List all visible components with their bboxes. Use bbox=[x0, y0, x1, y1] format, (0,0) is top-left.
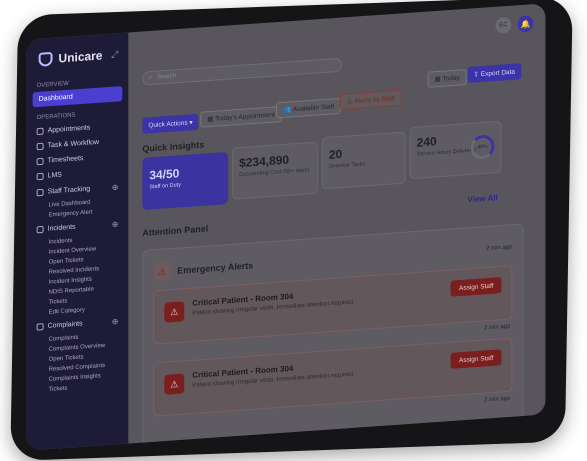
alert-time: 2 min ago bbox=[484, 323, 511, 332]
search-icon: ⌕ bbox=[148, 73, 153, 82]
plus-icon[interactable]: ⊕ bbox=[112, 183, 119, 192]
plus-icon[interactable]: ⊕ bbox=[112, 220, 119, 229]
quick-actions-button[interactable]: Quick Actions ▾ bbox=[142, 113, 199, 134]
export-data-button[interactable]: ⇪ Export Data bbox=[467, 63, 522, 83]
kpi-overdue-tasks[interactable]: 20 Overdue Tasks bbox=[321, 131, 406, 190]
calendar-icon: ▦ bbox=[207, 115, 216, 124]
percent-label: 40% bbox=[477, 143, 488, 151]
clock-icon bbox=[36, 157, 44, 166]
todays-appointment-button[interactable]: ▦ Today's Appointment bbox=[200, 106, 282, 128]
bell-icon[interactable]: 🔔 bbox=[517, 15, 534, 33]
chevron-down-icon: ▾ bbox=[187, 119, 193, 127]
view-all-link[interactable]: View All bbox=[468, 193, 498, 204]
export-label: Export Data bbox=[480, 68, 516, 78]
calendar-icon: ▦ bbox=[434, 75, 443, 84]
logo-icon bbox=[38, 51, 53, 67]
warning-icon: ⚠ bbox=[346, 97, 355, 106]
sidebar-item-label: Timesheets bbox=[47, 154, 84, 165]
search-placeholder: Search bbox=[157, 73, 177, 81]
app-name: Unicare bbox=[58, 48, 103, 66]
alert-time: 2 min ago bbox=[484, 395, 511, 404]
sidebar-item-label: Complaints bbox=[47, 320, 83, 330]
sidebar-item-label: LMS bbox=[47, 171, 62, 180]
today-button[interactable]: ▦ Today bbox=[427, 68, 467, 88]
tablet-screen: Unicare ⤢ OVERVIEW Dashboard OPERATIONS … bbox=[26, 3, 546, 451]
assign-staff-button[interactable]: Assign Staff bbox=[451, 349, 502, 369]
sidebar-item-label: Appointments bbox=[47, 124, 91, 135]
complaint-icon bbox=[36, 323, 44, 331]
alert-icon bbox=[36, 225, 44, 234]
kpi-staff-on-duty[interactable]: 34/50 Staff on Duty bbox=[142, 151, 229, 210]
alerts-time: 2 min ago bbox=[486, 244, 513, 253]
sidebar-item-label: Incidents bbox=[47, 223, 76, 233]
alerts-title: Emergency Alerts bbox=[177, 260, 254, 276]
search-input[interactable]: ⌕ Search bbox=[142, 57, 342, 86]
available-staff-label: Available Staff bbox=[292, 102, 335, 113]
todays-appointment-label: Today's Appointment bbox=[215, 111, 275, 123]
warning-icon: ⚠ bbox=[153, 262, 172, 282]
plus-icon[interactable]: ⊕ bbox=[112, 317, 119, 326]
expand-icon[interactable]: ⤢ bbox=[111, 49, 118, 61]
emergency-alerts-panel: ⚠ Emergency Alerts 2 min ago ⚠ Critical … bbox=[142, 223, 524, 451]
calendar-icon bbox=[36, 127, 44, 136]
quick-actions-label: Quick Actions bbox=[148, 119, 188, 129]
sidebar-item-label: Staff Tracking bbox=[47, 185, 91, 196]
alerts-by-staff-label: Alerts by Staff bbox=[354, 94, 395, 105]
avatar[interactable]: EC bbox=[495, 16, 512, 34]
attention-panel-title: Attention Panel bbox=[142, 223, 209, 239]
users-icon: 👥 bbox=[283, 106, 293, 114]
warning-icon: ⚠ bbox=[164, 373, 185, 395]
main-content: EC 🔔 ⌕ Search ▦ Today ⇪ Export Data Quic… bbox=[128, 3, 546, 451]
export-icon: ⇪ bbox=[473, 71, 481, 79]
warning-icon: ⚠ bbox=[164, 301, 185, 323]
kpi-outstanding-cost[interactable]: $234,890 Outstanding Cost (60+ days) bbox=[232, 141, 318, 200]
task-icon bbox=[36, 142, 44, 151]
today-label: Today bbox=[442, 73, 460, 83]
tablet-device: Unicare ⤢ OVERVIEW Dashboard OPERATIONS … bbox=[0, 0, 587, 461]
kpi-service-hours[interactable]: 240 Service Hours Delivered 40% bbox=[409, 120, 502, 180]
user-icon bbox=[36, 188, 44, 197]
alerts-by-staff-button[interactable]: ⚠ Alerts by Staff bbox=[339, 89, 402, 110]
sidebar-item-label: Task & Workflow bbox=[47, 138, 100, 150]
book-icon bbox=[36, 172, 44, 181]
available-staff-button[interactable]: 👥 Available Staff bbox=[276, 97, 342, 119]
quick-insights-title: Quick Insights bbox=[142, 139, 205, 154]
sidebar: Unicare ⤢ OVERVIEW Dashboard OPERATIONS … bbox=[26, 32, 129, 451]
assign-staff-button[interactable]: Assign Staff bbox=[451, 277, 502, 297]
progress-ring: 40% bbox=[470, 134, 495, 160]
alert-card: ⚠ Critical Patient - Room 304 Patient sh… bbox=[153, 337, 513, 417]
